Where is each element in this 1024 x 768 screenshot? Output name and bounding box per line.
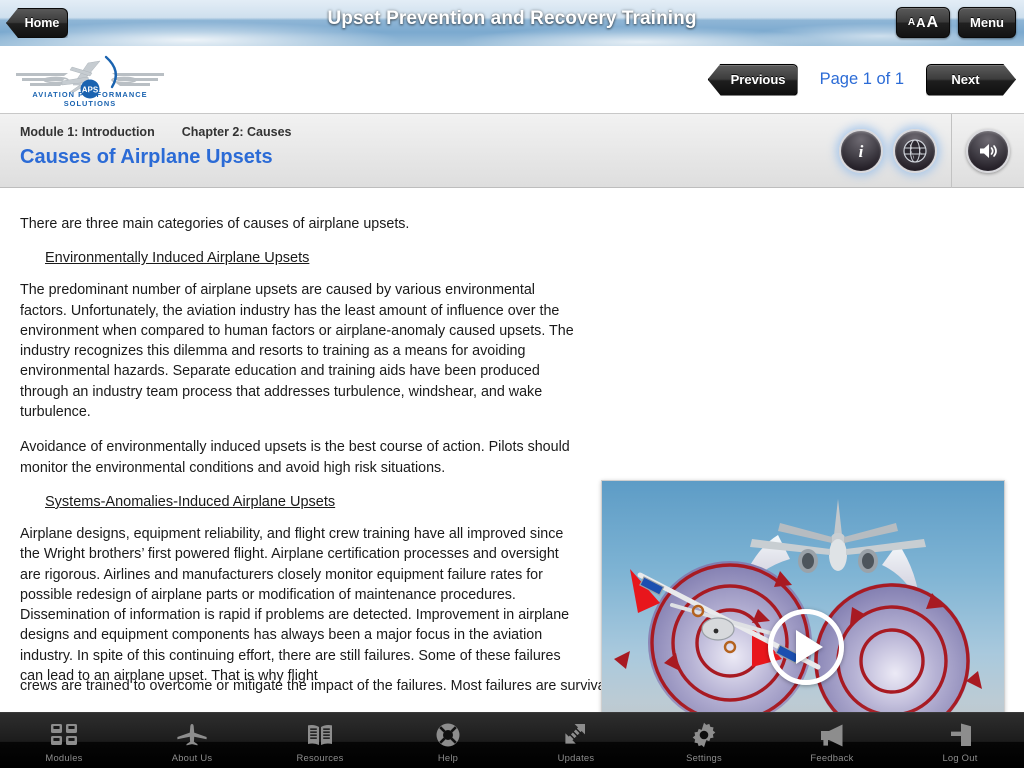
lifering-icon (436, 723, 460, 747)
font-size-small-a: A (907, 17, 916, 28)
next-button-label: Next (951, 72, 980, 87)
font-size-button[interactable]: AAA (895, 7, 951, 38)
info-button[interactable]: i (839, 129, 883, 173)
section1-heading-wrap: Environmentally Induced Airplane Upsets (20, 249, 582, 280)
tab-resources[interactable]: Resources (256, 713, 384, 768)
header-icon-bar: i (825, 114, 1024, 188)
breadcrumb: Module 1: Introduction Chapter 2: Causes (20, 125, 291, 139)
tab-settings-label: Settings (686, 752, 722, 763)
top-bar-actions: AAA Menu (895, 7, 1016, 38)
tab-modules-label: Modules (45, 752, 83, 763)
aps-logo-text: AVIATION PERFORMANCE SOLUTIONS (32, 90, 148, 108)
gear-icon (692, 722, 716, 748)
section2-paragraph-1: Airplane designs, equipment reliability,… (20, 525, 570, 685)
tab-about-us-label: About Us (171, 752, 213, 763)
tab-about-us[interactable]: About Us (128, 713, 256, 768)
tab-updates-label: Updates (557, 752, 595, 763)
menu-button-label: Menu (970, 15, 1004, 30)
previous-button-label: Previous (730, 72, 786, 87)
section1-paragraph-2: Avoidance of environmentally induced ups… (20, 439, 570, 476)
speaker-icon (980, 144, 997, 158)
tab-modules[interactable]: Modules (0, 713, 128, 768)
font-size-large-a: A (926, 13, 939, 31)
logout-icon (951, 723, 971, 746)
tab-log-out-label: Log Out (942, 752, 978, 763)
chapter-header-bar: Module 1: Introduction Chapter 2: Causes… (0, 113, 1024, 188)
logo-navigation-bar: APS AVIATION PERFORMANCE SOLUTIONS Previ… (0, 46, 1024, 113)
tab-help-label: Help (437, 752, 459, 763)
tab-resources-label: Resources (296, 752, 344, 763)
megaphone-icon (821, 724, 843, 747)
airplane-icon (177, 724, 207, 746)
breadcrumb-item-module[interactable]: Module 1: Introduction (20, 125, 155, 139)
section1-heading: Environmentally Induced Airplane Upsets (45, 250, 310, 267)
svg-text:i: i (859, 142, 864, 161)
app-title: Upset Prevention and Recovery Training (327, 8, 697, 29)
lesson-text-column: There are three main categories of cause… (20, 214, 582, 701)
training-app-window: Home Upset Prevention and Recovery Train… (0, 0, 1024, 768)
next-button[interactable]: Next (926, 64, 1016, 96)
aps-logo[interactable]: APS AVIATION PERFORMANCE SOLUTIONS (10, 51, 170, 109)
audio-button[interactable] (966, 129, 1010, 173)
book-icon (308, 724, 332, 745)
play-icon (796, 630, 823, 664)
play-button[interactable] (768, 609, 844, 685)
menu-button[interactable]: Menu (958, 7, 1016, 38)
tab-log-out[interactable]: Log Out (896, 713, 1024, 768)
info-icon: i (859, 142, 864, 161)
section2-heading: Systems-Anomalies-Induced Airplane Upset… (45, 493, 336, 510)
section2-heading-wrap: Systems-Anomalies-Induced Airplane Upset… (20, 493, 582, 524)
font-size-medium-a: A (916, 15, 926, 30)
tab-settings[interactable]: Settings (640, 713, 768, 768)
tab-feedback[interactable]: Feedback (768, 713, 896, 768)
page-title: Causes of Airplane Upsets (20, 146, 273, 168)
breadcrumb-item-chapter[interactable]: Chapter 2: Causes (182, 125, 292, 139)
globe-icon (903, 139, 927, 163)
bottom-tab-bar: Modules About Us Resources Help Updates … (0, 712, 1024, 768)
intro-paragraph: There are three main categories of cause… (20, 216, 410, 232)
previous-button[interactable]: Previous (707, 63, 798, 96)
modules-icon (51, 724, 77, 745)
pagination-controls: Previous Page 1 of 1 Next (707, 46, 1016, 113)
header-icon-group-primary: i (825, 114, 951, 188)
tab-help[interactable]: Help (384, 713, 512, 768)
updates-arrow-icon (565, 724, 585, 744)
tab-feedback-label: Feedback (810, 752, 854, 763)
header-icon-group-audio (951, 114, 1024, 188)
page-indicator: Page 1 of 1 (819, 70, 904, 88)
tab-updates[interactable]: Updates (512, 713, 640, 768)
globe-button[interactable] (893, 129, 937, 173)
top-bar: Home Upset Prevention and Recovery Train… (0, 0, 1024, 46)
section1-paragraph-1: The predominant number of airplane upset… (20, 282, 574, 421)
lesson-content: There are three main categories of cause… (0, 188, 1024, 768)
